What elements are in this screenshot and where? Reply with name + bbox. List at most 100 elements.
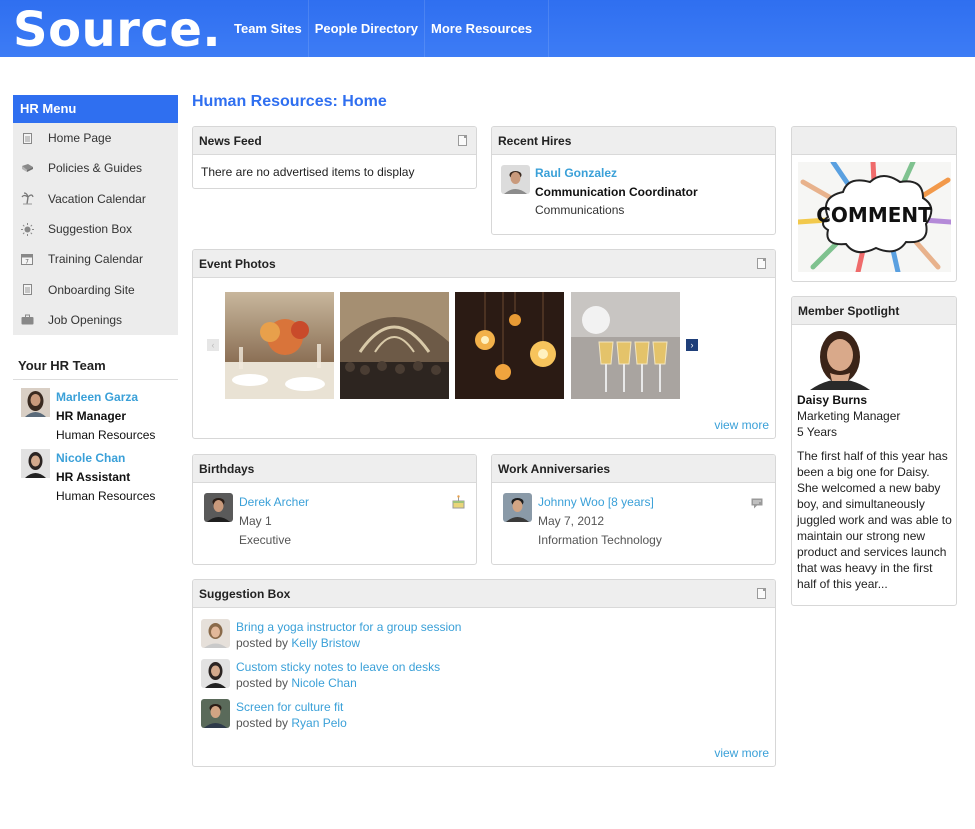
lightbulb-icon	[20, 222, 34, 236]
source-logo[interactable]: Source.	[13, 2, 221, 58]
list-item: Custom sticky notes to leave on desks po…	[201, 659, 661, 695]
avatar[interactable]	[201, 659, 230, 688]
hr-menu-policies-guides[interactable]: Policies & Guides	[13, 153, 178, 183]
spotlight-years: 5 Years	[797, 425, 838, 439]
suggestion-text[interactable]: Screen for culture fit	[236, 699, 347, 715]
anniversary-date: May 7, 2012	[538, 514, 605, 528]
event-photos-view-more[interactable]: view more	[714, 418, 769, 432]
anniversary-name[interactable]: Johnny Woo [8 years]	[538, 493, 662, 512]
hr-menu-label: Job Openings	[48, 312, 123, 327]
avatar[interactable]	[21, 388, 50, 417]
page-icon[interactable]	[757, 258, 766, 269]
hr-menu-label: Home Page	[48, 131, 112, 146]
event-photos-panel: Event Photos ‹ › view more	[192, 249, 776, 439]
event-photo[interactable]	[571, 292, 680, 399]
posted-by-label: posted by	[236, 676, 289, 690]
avatar[interactable]	[201, 699, 230, 728]
suggestion-author[interactable]: Nicole Chan	[291, 676, 356, 690]
member-spotlight-title: Member Spotlight	[798, 304, 900, 318]
birthdays-panel: Birthdays Derek Archer May 1 Executive	[192, 454, 477, 565]
comment-text: COMMENT	[816, 203, 932, 227]
nav-people-directory[interactable]: People Directory	[309, 0, 426, 57]
anniversary-dept: Information Technology	[538, 533, 662, 547]
recent-hire-dept: Communications	[535, 203, 625, 217]
carousel-next-arrow[interactable]: ›	[686, 339, 698, 351]
recent-hires-panel: Recent Hires Raul Gonzalez Communication…	[491, 126, 776, 235]
birthday-dept: Executive	[239, 533, 292, 547]
page-icon[interactable]	[757, 588, 766, 599]
list-item: Bring a yoga instructor for a group sess…	[201, 619, 661, 655]
spotlight-name: Daisy Burns	[797, 393, 868, 407]
hr-menu-home-page[interactable]: Home Page	[13, 123, 178, 153]
top-nav: Team Sites People Directory More Resourc…	[228, 0, 550, 57]
comment-illustration[interactable]: COMMENT	[795, 159, 954, 275]
avatar[interactable]	[204, 493, 233, 522]
birthdays-title: Birthdays	[199, 462, 255, 476]
page-title: Human Resources: Home	[192, 93, 387, 110]
hr-member-name[interactable]: Marleen Garza	[56, 388, 155, 407]
calendar-icon: 7	[20, 252, 34, 266]
recent-hire-name[interactable]: Raul Gonzalez	[535, 164, 698, 183]
page-icon	[20, 131, 34, 145]
top-bar: Source. Team Sites People Directory More…	[0, 0, 975, 58]
hr-menu-training-calendar[interactable]: 7 Training Calendar	[13, 244, 178, 274]
avatar[interactable]	[21, 449, 50, 478]
hr-menu-job-openings[interactable]: Job Openings	[13, 305, 178, 335]
hr-menu-title: HR Menu	[13, 95, 178, 123]
suggestion-box-view-more[interactable]: view more	[714, 746, 769, 760]
event-photo[interactable]	[455, 292, 564, 399]
carousel-prev-arrow[interactable]: ‹	[207, 339, 219, 351]
spotlight-blurb: The first half of this year has been a b…	[797, 449, 952, 591]
list-item: Screen for culture fit posted by Ryan Pe…	[201, 699, 661, 735]
hr-menu-label: Policies & Guides	[48, 161, 143, 176]
hr-menu-label: Vacation Calendar	[48, 191, 146, 206]
hr-member-name[interactable]: Nicole Chan	[56, 449, 155, 468]
birthday-name[interactable]: Derek Archer	[239, 493, 309, 512]
spotlight-photo[interactable]	[800, 331, 879, 390]
work-anniversaries-panel: Work Anniversaries Johnny Woo [8 years] …	[491, 454, 776, 565]
birthday-date: May 1	[239, 514, 272, 528]
suggestion-author[interactable]: Ryan Pelo	[291, 716, 346, 730]
recent-hire-role: Communication Coordinator	[535, 184, 698, 199]
hr-menu-label: Onboarding Site	[48, 282, 135, 297]
page-icon	[20, 283, 34, 297]
cake-icon[interactable]	[451, 495, 466, 514]
nav-team-sites[interactable]: Team Sites	[228, 0, 309, 57]
palm-tree-icon	[20, 192, 34, 206]
nav-more-resources[interactable]: More Resources	[425, 0, 550, 57]
panel-header	[792, 127, 956, 155]
hr-menu-label: Training Calendar	[48, 252, 143, 267]
member-spotlight-panel: Member Spotlight Daisy Burns Marketing M…	[791, 296, 957, 606]
event-photo[interactable]	[340, 292, 449, 399]
page-icon[interactable]	[458, 135, 467, 146]
message-icon[interactable]	[751, 496, 763, 514]
book-icon	[20, 161, 34, 175]
svg-text:7: 7	[25, 259, 29, 266]
event-photos-title: Event Photos	[199, 257, 276, 271]
recent-hires-title: Recent Hires	[498, 134, 572, 148]
suggestion-author[interactable]: Kelly Bristow	[291, 636, 360, 650]
news-feed-empty: There are no advertised items to display	[201, 165, 415, 179]
hr-team-title: Your HR Team	[18, 358, 106, 373]
divider	[13, 379, 178, 380]
hr-menu-onboarding-site[interactable]: Onboarding Site	[13, 274, 178, 304]
news-feed-panel: News Feed There are no advertised items …	[192, 126, 477, 189]
posted-by-label: posted by	[236, 636, 289, 650]
spotlight-role: Marketing Manager	[797, 409, 901, 423]
avatar[interactable]	[501, 165, 530, 194]
avatar[interactable]	[503, 493, 532, 522]
hr-menu-vacation-calendar[interactable]: Vacation Calendar	[13, 184, 178, 214]
comment-image-panel: COMMENT	[791, 126, 957, 282]
briefcase-icon	[20, 313, 34, 327]
suggestion-text[interactable]: Bring a yoga instructor for a group sess…	[236, 619, 461, 635]
suggestion-box-title: Suggestion Box	[199, 587, 291, 601]
hr-member-role: HR Manager	[56, 409, 127, 423]
hr-menu-suggestion-box[interactable]: Suggestion Box	[13, 214, 178, 244]
work-anniversaries-title: Work Anniversaries	[498, 462, 611, 476]
event-photo[interactable]	[225, 292, 334, 399]
suggestion-text[interactable]: Custom sticky notes to leave on desks	[236, 659, 440, 675]
hr-menu: HR Menu Home Page Policies & Guides Vaca…	[13, 95, 178, 336]
avatar[interactable]	[201, 619, 230, 648]
suggestion-box-panel: Suggestion Box Bring a yoga instructor f…	[192, 579, 776, 767]
hr-member-dept: Human Resources	[56, 489, 156, 503]
